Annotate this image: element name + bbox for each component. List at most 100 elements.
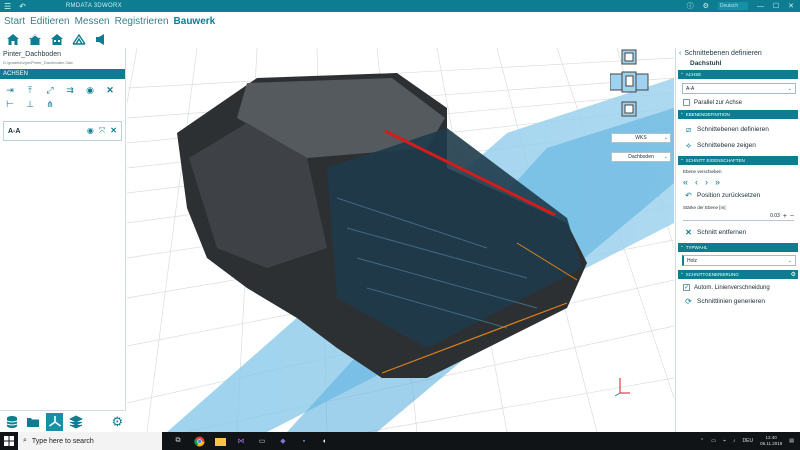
taskbar-apps: ⧉ ⋈ ▭ ◆ ▪ ◐ — [172, 435, 331, 447]
gear-icon[interactable]: ⚙ — [791, 271, 796, 278]
remove-icon[interactable]: ✕ — [110, 126, 117, 136]
fast-forward-icon[interactable]: » — [715, 177, 720, 187]
section-gen-label: SCHNITTGENERIERUNG — [685, 272, 739, 277]
bottom-nav: ⚙ — [0, 410, 126, 432]
network-icon[interactable]: ⌁ — [723, 438, 726, 444]
axis-list-item[interactable]: A-A ◉ ⤧ ✕ — [3, 121, 122, 141]
expand-icon[interactable]: ⤧ — [99, 126, 105, 136]
hamburger-menu-icon[interactable]: ☰ — [4, 2, 11, 11]
house-roof-icon[interactable] — [27, 32, 43, 46]
type-select[interactable]: Holz ⌄ — [682, 255, 796, 266]
view-cube-icon[interactable] — [610, 48, 650, 120]
menu-registrieren[interactable]: Registrieren — [115, 16, 169, 27]
app-title: RMDATA 3DWORX — [65, 3, 122, 9]
thickness-value[interactable]: 0.03 — [770, 213, 780, 219]
parallel-checkbox[interactable]: Parallel zur Achse — [683, 99, 800, 106]
database-icon[interactable] — [3, 413, 20, 431]
terminal-icon[interactable]: ▭ — [256, 435, 268, 447]
section-typwahl-label: TYPWAHL — [685, 245, 708, 250]
coordinate-system-dropdown[interactable]: WKS ⌄ — [611, 133, 671, 143]
generate-lines-button[interactable]: ⟳ Schnittlinien generieren — [684, 296, 800, 307]
collapse-icon[interactable]: ⌃ — [680, 272, 684, 278]
section-typwahl: ⌃ TYPWAHL — [678, 243, 798, 252]
speaker-icon[interactable] — [93, 32, 109, 46]
menu-bauwerk[interactable]: Bauwerk — [174, 16, 216, 27]
panel-title: Schnittebenen definieren — [684, 49, 762, 57]
back-arrow-icon[interactable]: ‹ — [679, 50, 681, 57]
chevron-up-icon[interactable]: ⌃ — [700, 438, 704, 444]
close-button[interactable]: ✕ — [788, 2, 794, 10]
collapse-icon[interactable]: ⌃ — [680, 158, 684, 164]
axes-icon[interactable] — [45, 412, 64, 431]
axis-up-icon[interactable]: ⊥ — [23, 98, 37, 110]
menu-start[interactable]: Start — [4, 16, 25, 27]
layers-icon[interactable] — [67, 413, 84, 431]
back-link[interactable]: ‹ Schnittebenen definieren — [676, 48, 800, 58]
house-section-icon[interactable] — [49, 32, 65, 46]
folder-icon[interactable] — [24, 413, 41, 431]
axis-horizontal-icon[interactable]: ⇥ — [3, 84, 17, 96]
menu-messen[interactable]: Messen — [75, 16, 110, 27]
axis-toolbar: ⇥ ⤒ ⤢ ⇉ ◉ ✕ ⊢ ⊥ ⋔ — [0, 79, 125, 115]
visual-studio-icon[interactable]: ⋈ — [235, 435, 247, 447]
section-schnitt-label: SCHNITT EIGENSCHAFTEN — [685, 158, 745, 163]
axis-branch-icon[interactable]: ⋔ — [43, 98, 57, 110]
define-planes-button[interactable]: ⧄ Schnittebenen definieren — [684, 124, 800, 135]
undo-icon[interactable]: ↶ — [19, 2, 26, 11]
checkbox-checked[interactable]: ✓ — [683, 284, 690, 291]
collapse-icon[interactable]: ⌃ — [680, 112, 684, 118]
define-planes-label: Schnittebenen definieren — [697, 126, 769, 133]
forward-icon[interactable]: › — [705, 177, 708, 187]
chrome-icon[interactable] — [193, 435, 205, 447]
app-icon-1[interactable]: ◆ — [277, 435, 289, 447]
show-plane-button[interactable]: ⟡ Schnittebene zeigen — [684, 140, 800, 151]
auto-intersection-checkbox[interactable]: ✓ Autom. Linienverschneidung — [683, 284, 800, 291]
minimize-button[interactable]: — — [757, 3, 764, 10]
right-panel: ‹ Schnittebenen definieren Dachstuhl ⌃ AC… — [675, 48, 800, 432]
3dworx-app-icon[interactable]: ◐ — [319, 435, 331, 447]
settings-icon[interactable]: ⚙ — [703, 2, 709, 10]
visibility-eye-icon[interactable]: ◉ — [83, 84, 97, 96]
notifications-icon[interactable]: ▤ — [789, 438, 794, 444]
delete-x-icon[interactable]: ✕ — [103, 84, 117, 96]
menu-editieren[interactable]: Editieren — [30, 16, 69, 27]
axis-split-icon[interactable]: ⊢ — [3, 98, 17, 110]
clock[interactable]: 12:40 06.11.2019 — [760, 435, 782, 447]
point-cloud-view[interactable] — [127, 48, 674, 432]
layer-dropdown[interactable]: Dachboden ⌄ — [611, 152, 671, 162]
reset-position-button[interactable]: ↶ Position zurücksetzen — [684, 190, 800, 201]
collapse-icon[interactable]: ⌃ — [680, 245, 684, 251]
back-icon[interactable]: ‹ — [695, 177, 698, 187]
battery-icon[interactable]: ▭ — [711, 438, 716, 444]
axis-vertical-icon[interactable]: ⤒ — [23, 84, 37, 96]
task-view-icon[interactable]: ⧉ — [172, 435, 184, 447]
remove-x-icon: ✕ — [685, 228, 692, 237]
file-explorer-icon[interactable] — [214, 435, 226, 447]
roof-truss-icon[interactable] — [71, 32, 87, 46]
chevron-down-icon: ⌄ — [663, 154, 668, 160]
language-select[interactable]: Deutsch — [717, 2, 748, 10]
fast-back-icon[interactable]: « — [683, 177, 688, 187]
checkbox-box[interactable] — [683, 99, 690, 106]
app-icon-2[interactable]: ▪ — [298, 435, 310, 447]
house-icon[interactable] — [5, 32, 21, 46]
thickness-stepper[interactable]: 0.03 + − — [683, 212, 794, 221]
volume-icon[interactable]: ♪ — [733, 438, 736, 444]
axis-select[interactable]: A-A ⌄ — [682, 83, 796, 94]
help-icon[interactable]: ⓘ — [687, 1, 694, 11]
language-indicator[interactable]: DEU — [743, 438, 754, 444]
windows-start-icon[interactable] — [0, 432, 18, 450]
axis-item-label: A-A — [8, 127, 21, 135]
taskbar-search[interactable]: ⌕ Type here to search — [18, 432, 162, 450]
axis-parallel-icon[interactable]: ⇉ — [63, 84, 77, 96]
axis-diagonal-icon[interactable]: ⤢ — [43, 84, 57, 96]
maximize-button[interactable]: ☐ — [773, 2, 779, 10]
minus-icon[interactable]: − — [790, 213, 794, 220]
3d-viewport[interactable]: WKS ⌄ Dachboden ⌄ — [127, 48, 674, 432]
remove-section-button[interactable]: ✕ Schnitt entfernen — [684, 227, 800, 238]
collapse-icon[interactable]: ⌃ — [680, 72, 684, 78]
axis-select-value: A-A — [686, 85, 695, 92]
eye-icon[interactable]: ◉ — [87, 126, 94, 136]
settings-gear-icon[interactable]: ⚙ — [109, 413, 126, 431]
plus-icon[interactable]: + — [783, 213, 787, 220]
